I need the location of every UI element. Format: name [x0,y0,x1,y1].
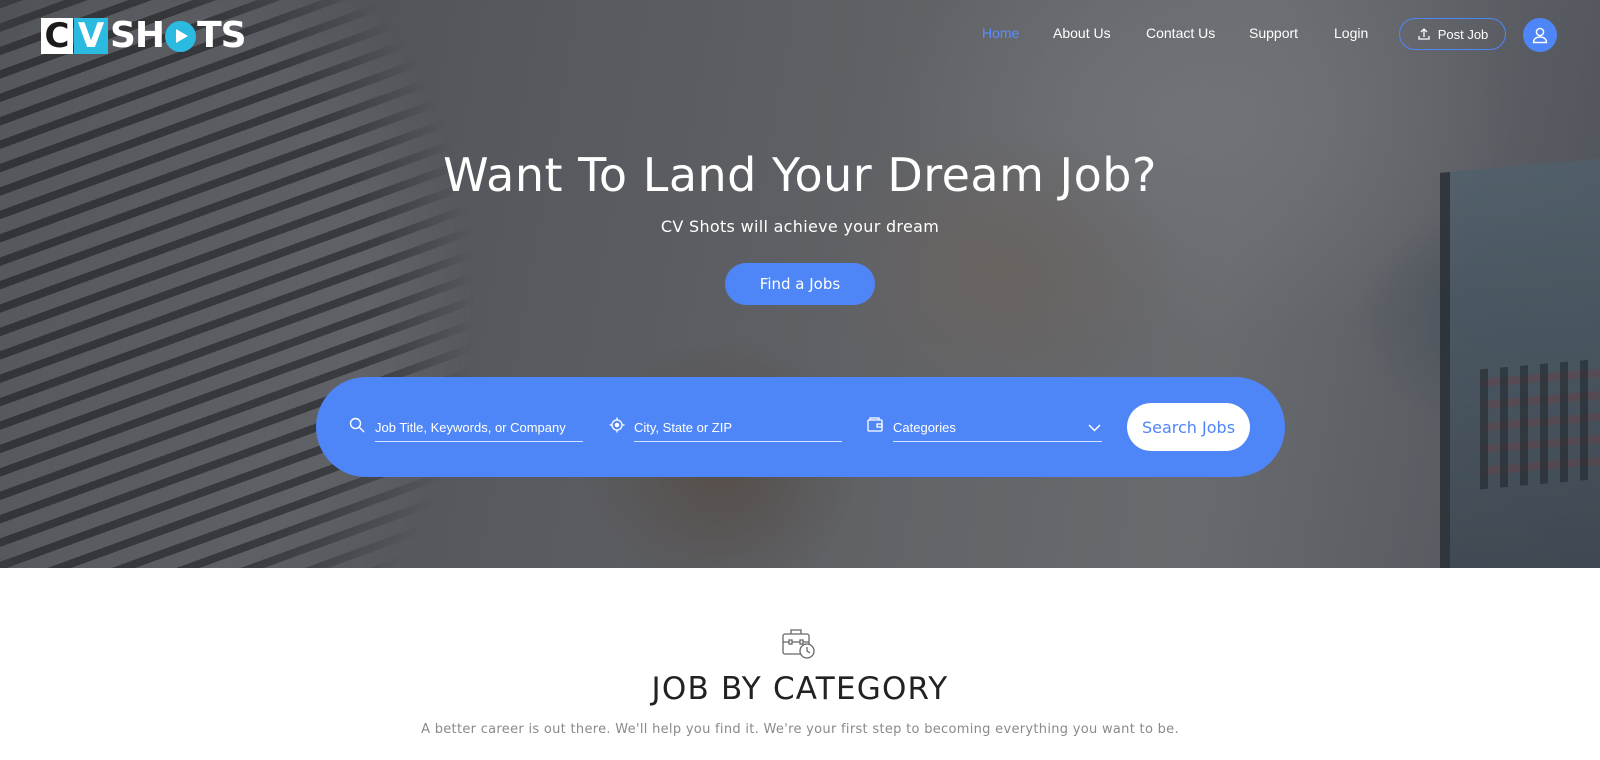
nav-login[interactable]: Login [1334,25,1368,41]
logo-letter-v: V [74,18,108,54]
logo-text-sh: SH [110,15,165,56]
category-selected: Categories [893,420,956,435]
chevron-down-icon [1088,423,1101,432]
account-button[interactable] [1523,18,1557,52]
location-field [634,414,842,442]
logo[interactable]: C V SH TS [41,15,247,56]
user-icon [1532,27,1548,44]
location-input[interactable] [634,420,842,435]
location-target-icon [609,417,625,433]
upload-icon [1418,28,1430,40]
nav-support[interactable]: Support [1249,25,1298,41]
post-job-label: Post Job [1437,26,1489,42]
logo-text-ts: TS [197,15,246,56]
section-title: JOB BY CATEGORY [651,671,949,707]
nav-about-us[interactable]: About Us [1053,25,1111,41]
keyword-field [375,414,583,442]
hero-title: Want To Land Your Dream Job? [443,148,1157,202]
job-search-bar: Categories Search Jobs [316,377,1285,477]
category-select[interactable]: Categories [893,414,1102,442]
search-icon [349,417,365,433]
wallet-icon [867,417,883,432]
section-subtitle: A better career is out there. We'll help… [421,722,1179,737]
nav-contact-us[interactable]: Contact Us [1146,25,1215,41]
logo-wordmark: SH TS [110,15,247,56]
play-icon [165,20,197,52]
post-job-button[interactable]: Post Job [1399,18,1506,50]
briefcase-clock-icon [782,629,815,659]
nav-home[interactable]: Home [982,25,1019,41]
search-jobs-button[interactable]: Search Jobs [1127,403,1250,451]
keyword-input[interactable] [375,420,583,435]
find-jobs-button[interactable]: Find a Jobs [725,263,875,305]
hero-background-image [0,0,560,568]
hero-subtitle: CV Shots will achieve your dream [660,217,940,236]
logo-letter-c: C [41,18,73,54]
